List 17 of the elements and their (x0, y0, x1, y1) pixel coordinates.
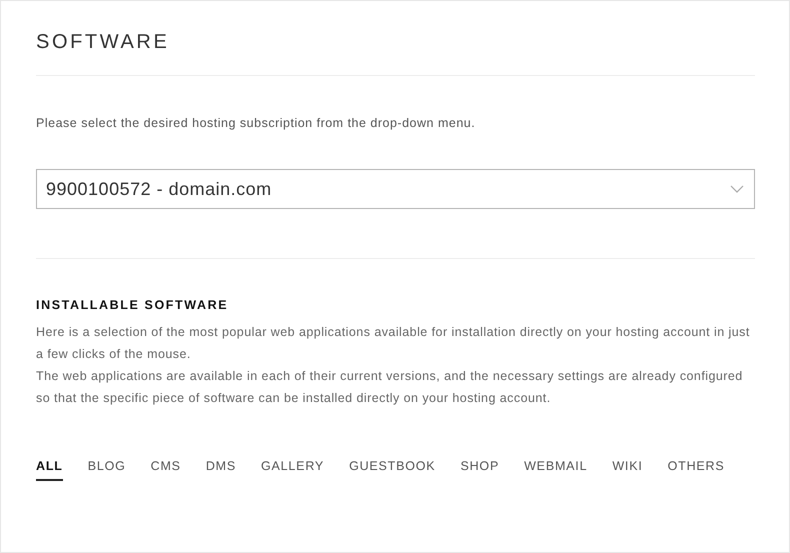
category-tab[interactable]: DMS (206, 459, 236, 481)
category-tab[interactable]: BLOG (88, 459, 126, 481)
section-heading: INSTALLABLE SOFTWARE (36, 297, 230, 313)
page-title: SOFTWARE (36, 30, 170, 54)
category-tab[interactable]: OTHERS (668, 459, 724, 481)
chevron-down-icon (730, 185, 744, 193)
description-text: Here is a selection of the most popular web applications available for installation directly on your hosting account in just a few clicks of the mouse. (36, 324, 751, 363)
category-tab[interactable]: WIKI (612, 459, 643, 481)
instruction-text: Please select the desired hosting subscription from the drop-down menu. (36, 115, 476, 131)
subscription-select[interactable]: 9900100572 - domain.com (36, 169, 755, 209)
category-tab[interactable]: CMS (150, 459, 181, 481)
category-tab[interactable]: GALLERY (261, 459, 324, 481)
category-tab[interactable]: ALL (36, 459, 63, 481)
category-tab[interactable]: SHOP (460, 459, 500, 481)
description-text: The web applications are available in each of their current versions, and the necessary settings are already configured so that the specific piece of software can be installed directly on your hosting account. (36, 368, 744, 407)
category-tab[interactable]: GUESTBOOK (349, 459, 436, 481)
category-tab[interactable]: WEBMAIL (524, 459, 588, 481)
